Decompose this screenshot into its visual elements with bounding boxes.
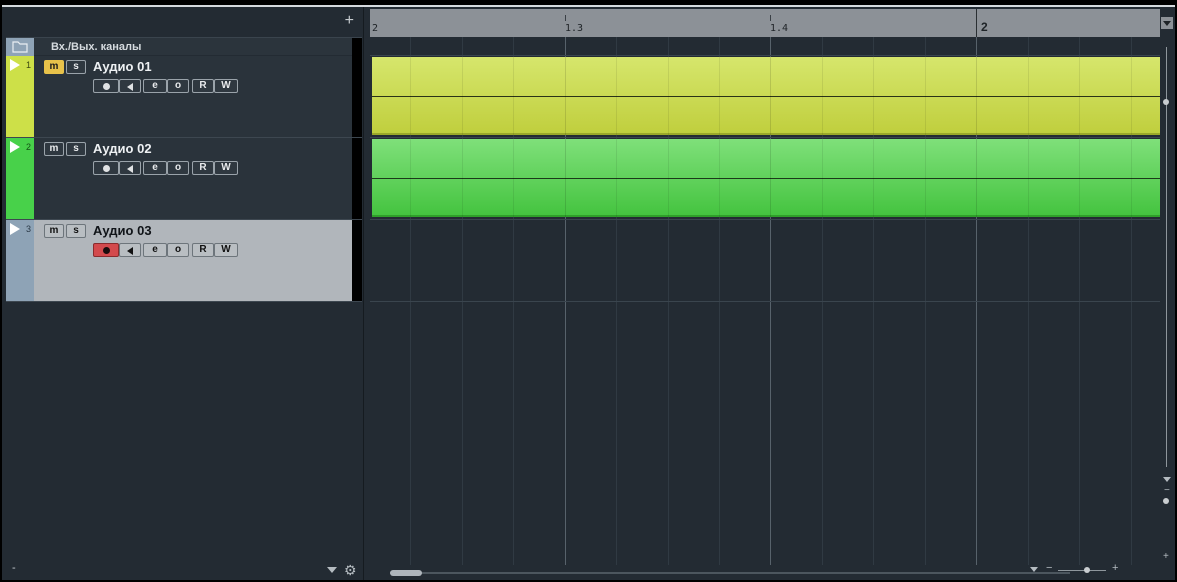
track-separator [370,301,1160,302]
ruler-menu-chevron-icon[interactable] [1161,17,1173,29]
mute-button[interactable]: m [44,224,64,238]
track-separator [370,55,1160,56]
event-grid[interactable] [370,37,1160,565]
vertical-zoom-in-button[interactable]: + [1163,551,1169,562]
track-select-arrow-icon [10,223,20,235]
monitor-button[interactable] [119,79,141,93]
ruler-label: 1.3 [565,23,584,34]
event-display[interactable]: 2 1.3 1.4 2 − + [370,7,1160,580]
horizontal-scroll-thumb[interactable] [390,570,422,576]
read-automation-button[interactable]: R [192,79,214,93]
gear-icon[interactable]: ⚙ [344,562,357,579]
track-number: 2 [26,142,32,152]
ruler-label: 2 [372,23,379,34]
track-name[interactable]: Аудио 03 [93,223,152,238]
audio-event-audio-02[interactable] [372,139,1160,217]
read-automation-button[interactable]: R [192,243,214,257]
ruler-tick [976,9,977,37]
solo-button[interactable]: s [66,142,86,156]
event-waveform-center-line [372,178,1160,179]
track-list-footer: - ⚙ [2,560,364,580]
track-audio-03[interactable]: 3 m s Аудио 03 e o R W [6,220,362,302]
speaker-icon [127,165,133,173]
monitor-button[interactable] [119,243,141,257]
lane-button[interactable]: o [167,243,189,257]
edit-channel-button[interactable]: e [143,161,167,175]
write-automation-button[interactable]: W [214,243,238,257]
event-waveform-center-line [372,96,1160,97]
record-enable-button[interactable] [93,161,119,175]
horizontal-scrollbar[interactable] [390,570,1070,576]
solo-button[interactable]: s [66,60,86,74]
zoom-slider-track[interactable] [1058,570,1106,571]
track-name[interactable]: Аудио 01 [93,59,152,74]
vertical-scroll-thumb[interactable] [1163,99,1169,105]
ruler-tick [770,15,771,21]
track-name[interactable]: Аудио 02 [93,141,152,156]
track-number: 3 [26,224,32,234]
track-select-arrow-icon [10,141,20,153]
track-meter [352,220,362,301]
add-track-button[interactable]: + [345,13,354,29]
track-meter [352,56,362,137]
track-audio-02[interactable]: 2 m s Аудио 02 e o R W [6,138,362,220]
folder-track-io-channels[interactable]: Вх./Вых. каналы [6,37,362,56]
folder-icon [12,41,28,53]
record-icon [102,83,110,90]
vertical-zoom-out-button[interactable]: − [1164,485,1170,496]
record-icon [102,247,110,254]
track-number: 1 [26,60,32,70]
lane-button[interactable]: o [167,79,189,93]
zoom-tracks-minus-button[interactable]: - [12,562,16,574]
cubase-project-window: + Вх./Вых. каналы 1 m s Аудио 01 e o R W [2,5,1175,580]
track-separator [370,219,1160,220]
read-automation-button[interactable]: R [192,161,214,175]
lane-button[interactable]: o [167,161,189,175]
zoom-slider-handle[interactable] [1084,567,1090,573]
chevron-down-icon[interactable] [327,567,337,573]
folder-track-color [6,38,34,56]
record-icon [102,165,110,172]
solo-button[interactable]: s [66,224,86,238]
ruler[interactable]: 2 1.3 1.4 2 [370,9,1160,37]
track-audio-01[interactable]: 1 m s Аудио 01 e o R W [6,56,362,138]
zoom-in-button[interactable]: + [1112,562,1118,574]
record-enable-button[interactable] [93,79,119,93]
ruler-label: 2 [981,20,988,34]
zoom-presets-chevron-icon[interactable] [1030,567,1038,572]
write-automation-button[interactable]: W [214,79,238,93]
mute-button[interactable]: m [44,142,64,156]
vertical-zoom-handle[interactable] [1163,498,1169,504]
folder-track-name: Вх./Вых. каналы [51,41,142,53]
speaker-icon [127,247,133,255]
vertical-zoom-chevron-icon[interactable] [1163,477,1171,482]
audio-event-audio-01[interactable] [372,57,1160,135]
vertical-scrollbar[interactable] [1166,47,1167,467]
edit-channel-button[interactable]: e [143,243,167,257]
record-enable-button[interactable] [93,243,119,257]
edit-channel-button[interactable]: e [143,79,167,93]
track-select-arrow-icon [10,59,20,71]
folder-track-meter [352,38,362,56]
speaker-icon [127,83,133,91]
track-meter [352,138,362,219]
horizontal-zoom-control[interactable]: − + [1030,562,1140,576]
ruler-label: 1.4 [770,23,789,34]
zoom-out-button[interactable]: − [1046,562,1052,574]
vertical-controls: − + [1160,7,1175,580]
write-automation-button[interactable]: W [214,161,238,175]
track-separator [370,137,1160,138]
monitor-button[interactable] [119,161,141,175]
mute-button[interactable]: m [44,60,64,74]
ruler-tick [565,15,566,21]
track-list: + Вх./Вых. каналы 1 m s Аудио 01 e o R W [2,7,364,580]
track-list-header: + [2,7,364,37]
